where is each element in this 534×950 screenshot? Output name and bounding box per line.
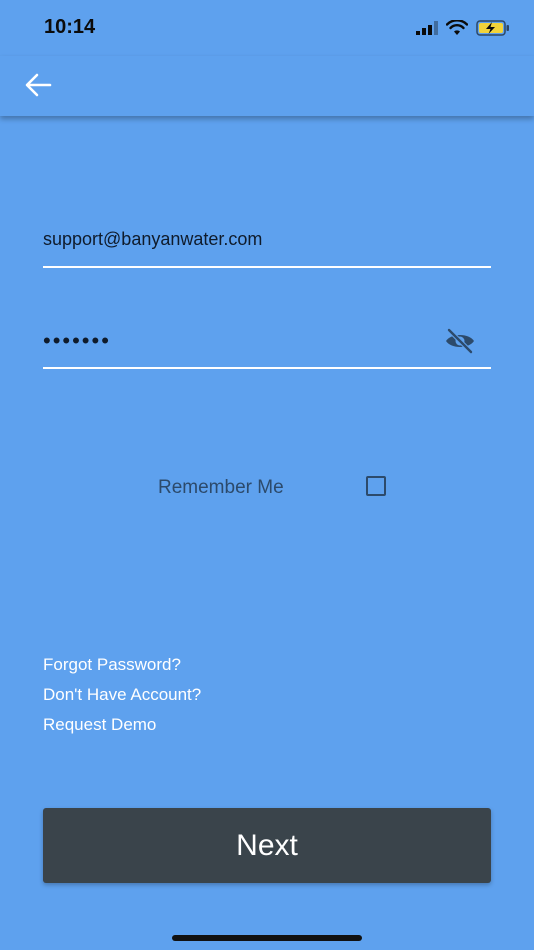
app-bar bbox=[0, 56, 534, 116]
home-indicator bbox=[172, 935, 362, 941]
signal-icon bbox=[416, 21, 438, 35]
status-bar: 10:14 bbox=[0, 0, 534, 56]
battery-charging-icon bbox=[476, 20, 509, 36]
password-input[interactable] bbox=[43, 324, 433, 358]
toggle-password-visibility-button[interactable] bbox=[443, 327, 477, 355]
auth-links: Forgot Password? Don't Have Account? Req… bbox=[43, 650, 201, 740]
email-field[interactable] bbox=[43, 222, 491, 268]
email-input[interactable] bbox=[43, 222, 491, 256]
wifi-icon bbox=[446, 20, 468, 35]
password-field[interactable] bbox=[43, 322, 491, 369]
status-time: 10:14 bbox=[44, 16, 96, 38]
eye-off-icon bbox=[446, 327, 474, 355]
forgot-password-link[interactable]: Forgot Password? bbox=[43, 650, 201, 680]
arrow-left-icon bbox=[25, 73, 52, 97]
status-icons bbox=[416, 18, 510, 38]
dont-have-account-link[interactable]: Don't Have Account? bbox=[43, 680, 201, 710]
remember-me-row: Remember Me bbox=[158, 474, 386, 502]
request-demo-link[interactable]: Request Demo bbox=[43, 710, 201, 740]
back-button[interactable] bbox=[22, 70, 56, 100]
remember-me-label: Remember Me bbox=[158, 477, 284, 498]
next-button[interactable]: Next bbox=[43, 808, 491, 883]
remember-me-checkbox[interactable] bbox=[366, 476, 386, 496]
